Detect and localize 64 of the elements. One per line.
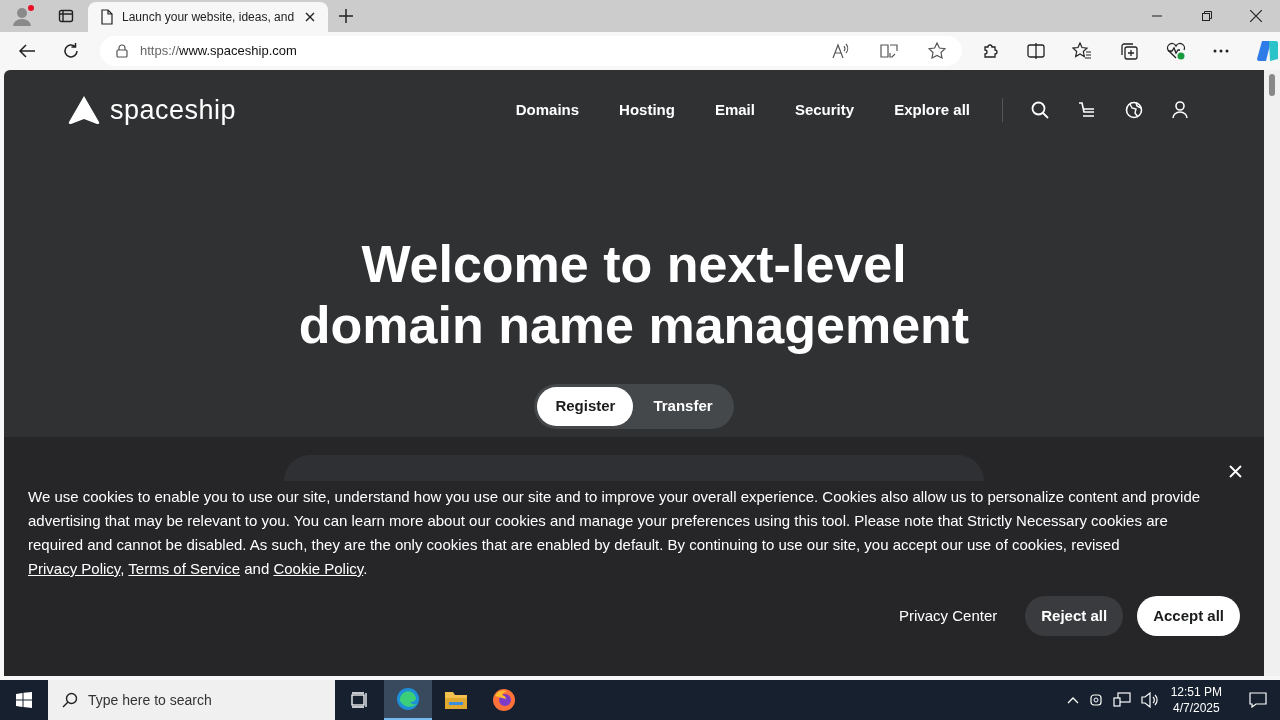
edge-icon bbox=[396, 687, 420, 711]
reader-view-icon[interactable] bbox=[880, 43, 898, 59]
search-icon[interactable] bbox=[1031, 101, 1049, 119]
more-icon[interactable] bbox=[1213, 49, 1229, 53]
taskbar-search-input: Type here to search bbox=[88, 689, 308, 711]
nav-link[interactable]: Explore all bbox=[894, 98, 970, 122]
network-icon[interactable] bbox=[1112, 692, 1131, 708]
scroll-thumb[interactable] bbox=[1269, 74, 1275, 96]
url-text: https://www.spaceship.com bbox=[140, 42, 298, 61]
cookie-button[interactable]: Accept all bbox=[1137, 596, 1240, 636]
windows-start-icon[interactable] bbox=[16, 692, 32, 708]
logo-text: spaceship bbox=[110, 93, 237, 127]
copilot-icon[interactable] bbox=[1256, 39, 1280, 63]
page-icon bbox=[100, 9, 114, 25]
nav-link[interactable]: Security bbox=[794, 98, 855, 122]
read-aloud-icon[interactable] bbox=[832, 43, 850, 59]
profile-icon[interactable] bbox=[12, 4, 36, 28]
volume-icon[interactable] bbox=[1140, 692, 1159, 708]
policy-link[interactable]: Privacy Policy bbox=[28, 560, 121, 577]
lock-icon bbox=[116, 44, 128, 58]
task-view-icon[interactable] bbox=[351, 692, 369, 708]
cookie-button[interactable]: Reject all bbox=[1025, 596, 1124, 636]
cart-icon[interactable] bbox=[1078, 101, 1096, 119]
policy-link[interactable]: Cookie Policy bbox=[273, 560, 364, 577]
split-screen-icon[interactable] bbox=[1027, 42, 1045, 60]
toggle-tab[interactable]: Transfer bbox=[635, 387, 731, 426]
tab-title: Launch your website, ideas, and bbox=[122, 9, 296, 26]
address-bar[interactable]: https://www.spaceship.com bbox=[100, 36, 962, 66]
close-icon[interactable] bbox=[304, 11, 316, 23]
device-icon[interactable] bbox=[1088, 692, 1103, 708]
taskbar-search-field[interactable]: Type here to search bbox=[48, 680, 335, 720]
taskbar-app-active[interactable] bbox=[384, 680, 432, 720]
policy-link[interactable]: Terms of Service bbox=[128, 560, 241, 577]
nav-link[interactable]: Hosting bbox=[619, 98, 675, 122]
hero-title: domain name management bbox=[298, 295, 970, 356]
restore-icon[interactable] bbox=[1202, 11, 1212, 21]
health-icon[interactable] bbox=[1166, 42, 1186, 60]
logo-icon bbox=[68, 95, 100, 125]
user-icon[interactable] bbox=[1172, 101, 1188, 119]
star-icon[interactable] bbox=[928, 42, 946, 60]
chevron-up-icon[interactable] bbox=[1066, 696, 1079, 704]
clock-date[interactable]: 4/7/2025 bbox=[1172, 700, 1220, 716]
globe-icon[interactable] bbox=[1125, 101, 1143, 119]
puzzle-icon[interactable] bbox=[982, 42, 1000, 60]
close-icon[interactable] bbox=[1250, 10, 1262, 22]
search-icon bbox=[62, 692, 78, 708]
collections-icon[interactable] bbox=[1119, 42, 1139, 60]
browser-tab[interactable]: Launch your website, ideas, and bbox=[88, 2, 328, 32]
toggle-tab[interactable]: Register bbox=[537, 387, 634, 426]
firefox-icon[interactable] bbox=[492, 688, 516, 712]
nav-link[interactable]: Domains bbox=[515, 98, 580, 122]
notification-icon[interactable] bbox=[1249, 692, 1267, 708]
hero-title: Welcome to next-level bbox=[361, 234, 907, 295]
back-icon[interactable] bbox=[18, 43, 36, 59]
tab-actions-icon[interactable] bbox=[58, 8, 74, 24]
cookie-button[interactable]: Privacy Center bbox=[884, 596, 1012, 636]
refresh-icon[interactable] bbox=[62, 42, 80, 60]
cookie-text: We use cookies to enable you to use our site, understand how you use our site and to improve your overall experience. Cookies also allow us to personalize content and provide advertising that may be relevant to you. You can learn more about our cookies and manage your preferences using this tool. Please note that Strictly Necessary cookies are required and cannot be disabled. As such, they are the only cookies that are enabled by default. By continuing to use our site, you accept our use of cookies, revised Privacy Policy, Terms of Service and Cookie Policy. bbox=[28, 487, 1202, 579]
scrollbar[interactable] bbox=[1264, 70, 1280, 676]
nav-link[interactable]: Email bbox=[714, 98, 755, 122]
folder-icon[interactable] bbox=[444, 690, 468, 710]
favorites-icon[interactable] bbox=[1072, 42, 1092, 60]
clock-time[interactable]: 12:51 PM bbox=[1170, 684, 1222, 700]
new-tab-icon[interactable] bbox=[339, 9, 353, 23]
